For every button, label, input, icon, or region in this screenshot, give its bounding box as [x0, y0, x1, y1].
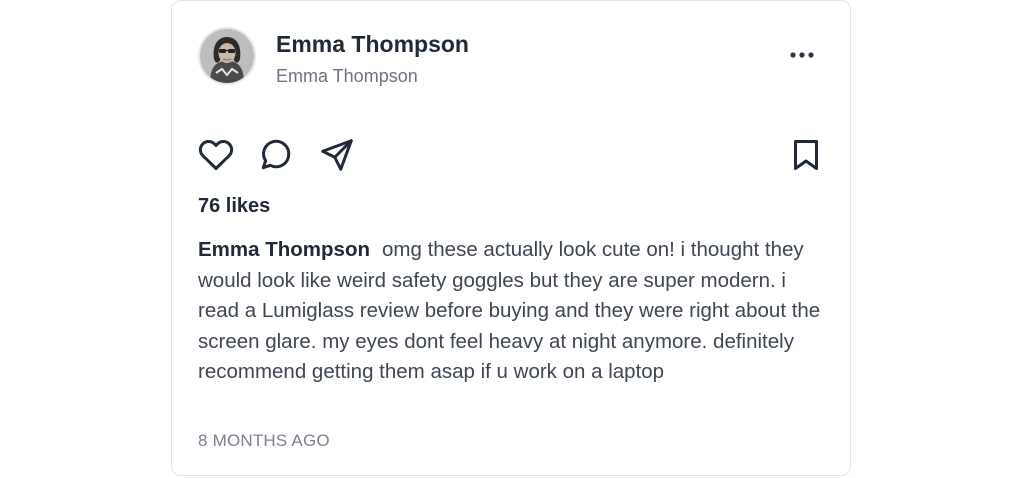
- caption-author[interactable]: Emma Thompson: [198, 238, 370, 261]
- avatar[interactable]: [198, 27, 256, 85]
- more-horizontal-icon[interactable]: [788, 41, 816, 69]
- bookmark-icon[interactable]: [788, 137, 824, 173]
- action-bar: [198, 137, 824, 173]
- post-caption: Emma Thompson omg these actually look cut…: [198, 235, 822, 388]
- post-timestamp: 8 MONTHS AGO: [198, 431, 330, 450]
- send-icon[interactable]: [319, 137, 355, 173]
- heart-icon[interactable]: [198, 137, 234, 173]
- post-card: Emma Thompson Emma Thompson 76 likes Emm…: [171, 0, 851, 476]
- author-handle[interactable]: Emma Thompson: [276, 66, 418, 87]
- post-header: Emma Thompson Emma Thompson: [198, 27, 824, 89]
- comment-icon[interactable]: [258, 137, 294, 173]
- like-count[interactable]: 76 likes: [198, 195, 270, 218]
- author-name[interactable]: Emma Thompson: [276, 31, 469, 58]
